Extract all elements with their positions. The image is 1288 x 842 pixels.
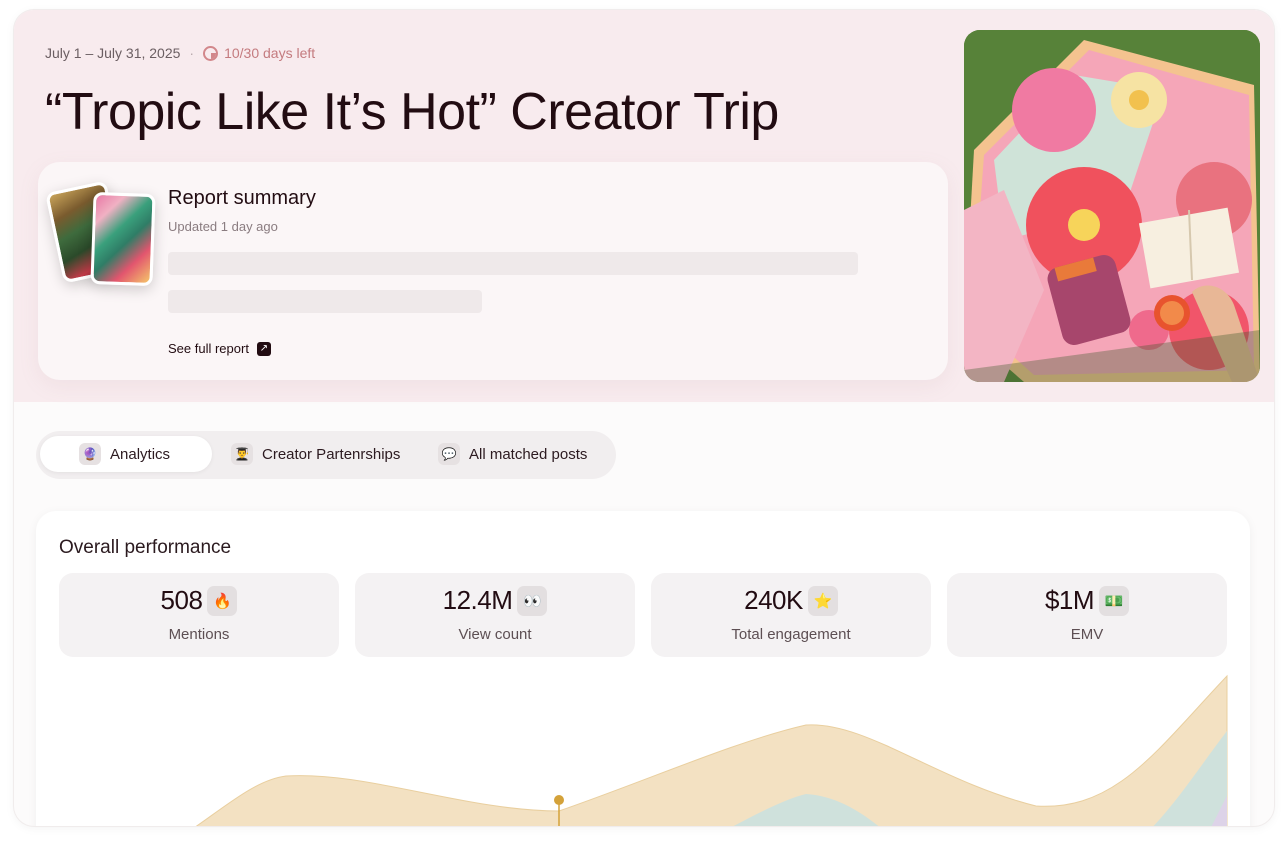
chart-series-area-1 bbox=[195, 674, 1228, 826]
stat-value-row: 240K ⭐ bbox=[651, 585, 931, 616]
picnic-blanket-image bbox=[964, 30, 1260, 382]
arrow-up-right-icon: ↗ bbox=[256, 341, 271, 356]
stat-card-emv: $1M 💵 EMV bbox=[947, 573, 1227, 657]
stat-card-total-engagement: 240K ⭐ Total engagement bbox=[651, 573, 931, 657]
campaign-cover-photo bbox=[964, 30, 1260, 382]
section-title: Overall performance bbox=[59, 537, 232, 558]
see-full-report-label: See full report bbox=[168, 341, 249, 356]
eyes-icon: 👀 bbox=[517, 585, 548, 616]
days-left-label: 10/30 days left bbox=[224, 45, 316, 61]
stat-value: 508 bbox=[160, 585, 203, 615]
tab-creator-partnerships[interactable]: 👨‍🎓 Creator Partenrships bbox=[231, 436, 421, 472]
speech-bubble-icon: 💬 bbox=[438, 443, 460, 465]
stat-card-view-count: 12.4M 👀 View count bbox=[355, 573, 635, 657]
report-updated-timestamp: Updated 1 day ago bbox=[168, 219, 278, 234]
stat-value-row: $1M 💵 bbox=[947, 585, 1227, 616]
overall-performance-card: Overall performance 508 🔥 Mentions 12.4M… bbox=[36, 511, 1250, 826]
stat-label: Mentions bbox=[168, 626, 230, 643]
tab-analytics[interactable]: 🔮 Analytics bbox=[40, 436, 212, 472]
chart-hover-marker[interactable] bbox=[554, 795, 564, 805]
student-icon: 👨‍🎓 bbox=[231, 443, 253, 465]
stat-label: View count bbox=[458, 626, 532, 643]
star-icon: ⭐ bbox=[807, 585, 838, 616]
progress-clock-icon bbox=[203, 45, 219, 61]
stat-value-row: 12.4M 👀 bbox=[355, 585, 635, 616]
stat-value: $1M bbox=[1044, 585, 1095, 615]
report-tabs: 🔮 Analytics 👨‍🎓 Creator Partenrships 💬 A… bbox=[36, 431, 616, 479]
stat-card-mentions: 508 🔥 Mentions bbox=[59, 573, 339, 657]
performance-area-chart bbox=[195, 674, 1228, 826]
summary-loading-placeholder-line bbox=[168, 290, 482, 313]
date-range: July 1 – July 31, 2025 bbox=[45, 45, 181, 61]
post-thumbnail-picnic bbox=[90, 191, 156, 287]
crystal-ball-icon: 🔮 bbox=[79, 443, 101, 465]
report-summary-title: Report summary bbox=[168, 187, 316, 209]
summary-thumbnails bbox=[45, 180, 178, 292]
fire-icon: 🔥 bbox=[207, 585, 238, 616]
tab-all-matched-posts[interactable]: 💬 All matched posts bbox=[438, 436, 610, 472]
separator-dot: · bbox=[189, 45, 195, 61]
page-title: “Tropic Like It’s Hot” Creator Trip bbox=[45, 83, 779, 141]
tab-label: Analytics bbox=[110, 445, 171, 463]
money-icon: 💵 bbox=[1099, 585, 1130, 616]
stat-label: Total engagement bbox=[731, 626, 851, 643]
campaign-header: July 1 – July 31, 2025 · 10/30 days left… bbox=[14, 10, 1274, 402]
see-full-report-link[interactable]: See full report ↗ bbox=[168, 341, 271, 356]
tab-label: Creator Partenrships bbox=[262, 445, 401, 463]
stat-label: EMV bbox=[1070, 626, 1104, 643]
campaign-date-row: July 1 – July 31, 2025 · 10/30 days left bbox=[45, 45, 315, 61]
report-summary-card: Report summary Updated 1 day ago See ful… bbox=[38, 162, 948, 380]
stat-value: 12.4M bbox=[442, 585, 513, 615]
tab-label: All matched posts bbox=[469, 445, 588, 463]
summary-loading-placeholder-line bbox=[168, 252, 858, 275]
campaign-report-page: July 1 – July 31, 2025 · 10/30 days left… bbox=[14, 10, 1274, 826]
days-left-status: 10/30 days left bbox=[203, 45, 315, 61]
stat-value: 240K bbox=[744, 585, 803, 615]
stat-value-row: 508 🔥 bbox=[59, 585, 339, 616]
